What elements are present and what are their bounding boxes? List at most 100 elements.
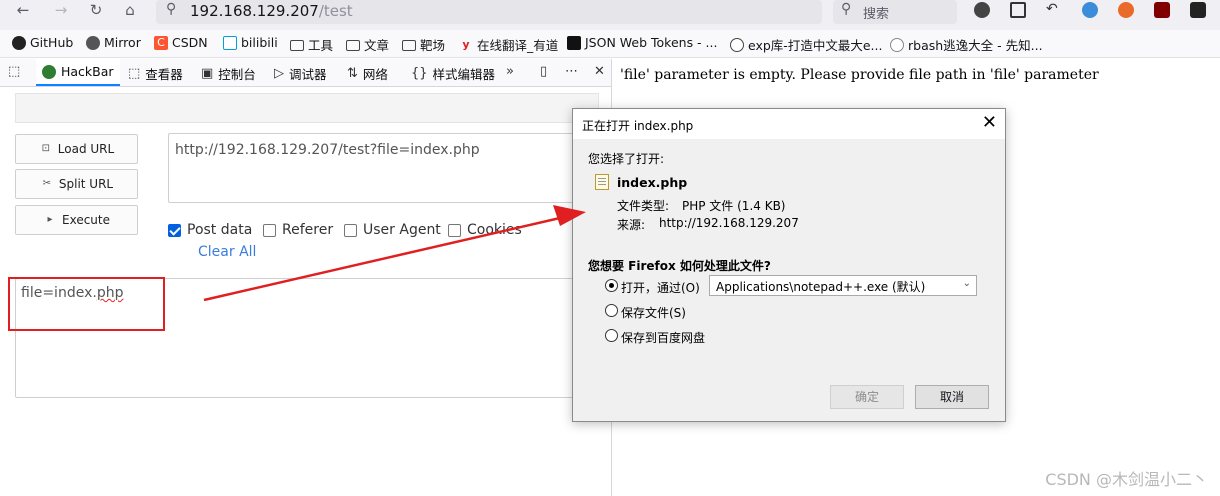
bookmark-exp[interactable]: exp库-打造中文最大e...	[730, 35, 882, 54]
dialog-titlebar: 正在打开 index.php ✕	[573, 109, 1005, 139]
bookmark-bilibili[interactable]: bilibili	[223, 35, 278, 50]
bookmarks-bar: GitHub Mirror C CSDN bilibili 工具 文章 靶场 y在…	[0, 30, 1220, 58]
search-placeholder: 搜索	[863, 7, 890, 22]
bilibili-icon	[223, 35, 237, 50]
extension-icon[interactable]	[1082, 2, 1098, 18]
dialog-title: 正在打开 index.php	[582, 119, 694, 133]
jwt-icon	[567, 35, 581, 50]
save-file-radio[interactable]	[605, 304, 618, 317]
undo-icon[interactable]: ↶	[1046, 2, 1062, 18]
crop-icon[interactable]	[1010, 2, 1026, 18]
clear-all-link[interactable]: Clear All	[198, 244, 256, 260]
ok-button[interactable]: 确定	[830, 385, 904, 409]
devtools-toolbar: ⬚ HackBar ⬚ 查看器 ▣ 控制台 ▷ 调试器 ⇅ 网络 {} 样式编辑器 » ▯…	[0, 59, 612, 87]
load-url-icon: ⊡	[41, 143, 50, 154]
tab-style-editor[interactable]: {} 样式编辑器	[411, 64, 495, 83]
forward-icon[interactable]: →	[50, 0, 72, 22]
globe-icon	[730, 37, 744, 52]
url-bar[interactable]: ⚲ 192.168.129.207/test	[156, 0, 822, 24]
back-icon[interactable]: ←	[12, 0, 34, 22]
open-file-dialog: 正在打开 index.php ✕ 您选择了打开: index.php 文件类型:…	[572, 108, 1006, 422]
search-icon: ⚲	[841, 1, 852, 17]
bookmark-csdn[interactable]: C CSDN	[154, 35, 208, 50]
split-url-button[interactable]: ✂ Split URL	[15, 169, 138, 199]
element-picker-icon[interactable]: ⬚	[8, 64, 20, 79]
style-editor-icon: {}	[411, 66, 428, 81]
hackbar-top-strip	[15, 93, 599, 123]
csdn-watermark: CSDN @木剑温小二丶	[1045, 470, 1208, 489]
bookmark-folder-range[interactable]: 靶场	[402, 35, 445, 54]
tab-inspector[interactable]: ⬚ 查看器	[128, 64, 183, 83]
github-icon	[12, 35, 26, 50]
file-type-label: 文件类型:	[617, 199, 670, 213]
menu-extension-icon[interactable]	[1190, 2, 1206, 18]
chevron-down-icon: ⌄	[962, 278, 971, 289]
referer-checkbox[interactable]: Referer	[263, 222, 333, 238]
checkbox-icon	[448, 223, 461, 237]
bookmark-github[interactable]: GitHub	[12, 35, 73, 50]
play-icon: ▸	[47, 214, 53, 225]
checkbox-checked-icon	[168, 223, 181, 237]
file-type-value: PHP 文件 (1.4 KB)	[682, 199, 786, 213]
scissors-icon: ✂	[42, 178, 52, 189]
network-icon: ⇅	[347, 66, 358, 81]
source-value: http://192.168.129.207	[659, 216, 799, 230]
more-tabs-icon[interactable]: »	[506, 64, 514, 79]
bookmark-jwt[interactable]: JSON Web Tokens - ...	[567, 35, 717, 50]
dock-icon[interactable]: ▯	[540, 64, 547, 79]
save-baidu-label: 保存到百度网盘	[621, 331, 706, 345]
youdao-icon: y	[462, 37, 470, 51]
user-agent-checkbox[interactable]: User Agent	[344, 222, 441, 238]
cancel-button[interactable]: 取消	[915, 385, 989, 409]
search-box[interactable]: ⚲ 搜索	[833, 0, 957, 24]
ublock-icon[interactable]	[1154, 2, 1170, 18]
folder-icon	[402, 39, 416, 51]
tab-hackbar[interactable]: HackBar	[36, 59, 120, 86]
url-text: 192.168.129.207/test	[190, 2, 353, 20]
bookmark-mirror[interactable]: Mirror	[86, 35, 141, 50]
open-with-label: 打开，通过(O)	[621, 281, 700, 295]
console-icon: ▣	[201, 66, 214, 81]
bookmark-xianzhi[interactable]: rbash逃逸大全 - 先知...	[890, 35, 1043, 54]
csdn-icon: C	[154, 35, 168, 50]
load-url-button[interactable]: ⊡ Load URL	[15, 134, 138, 164]
post-data-checkbox[interactable]: Post data	[168, 222, 252, 238]
debugger-icon: ▷	[274, 66, 284, 81]
extension-badge-icon[interactable]	[974, 2, 990, 18]
nav-bar: ← → ↻ ⌂ ⚲ 192.168.129.207/test ⚲ 搜索 ↶	[0, 0, 1220, 30]
close-devtools-icon[interactable]: ✕	[594, 64, 605, 79]
close-icon[interactable]: ✕	[982, 112, 997, 134]
tab-console[interactable]: ▣ 控制台	[201, 64, 256, 83]
hackbar-panel: ⊡ Load URL ✂ Split URL ▸ Execute http://192…	[0, 87, 612, 496]
open-with-radio[interactable]	[605, 279, 618, 292]
overflow-menu-icon[interactable]: ⋯	[565, 64, 578, 79]
you-chose-label: 您选择了打开:	[588, 152, 665, 166]
cookies-checkbox[interactable]: Cookies	[448, 222, 522, 238]
checkbox-icon	[344, 223, 357, 237]
checkbox-icon	[263, 223, 276, 237]
inspector-icon: ⬚	[128, 66, 141, 81]
tab-debugger[interactable]: ▷ 调试器	[274, 64, 327, 83]
annotation-highlight-box	[8, 277, 165, 331]
folder-icon	[346, 39, 360, 51]
bookmark-folder-articles[interactable]: 文章	[346, 35, 389, 54]
save-file-label: 保存文件(S)	[621, 306, 686, 320]
block-icon[interactable]	[1118, 2, 1134, 18]
file-icon	[595, 174, 609, 190]
mirror-icon	[86, 35, 100, 50]
hackbar-icon	[42, 64, 56, 79]
save-baidu-radio[interactable]	[605, 329, 618, 342]
tab-network[interactable]: ⇅ 网络	[347, 64, 388, 83]
bookmark-folder-tools[interactable]: 工具	[290, 35, 333, 54]
source-label: 来源:	[617, 218, 646, 232]
file-name: index.php	[617, 175, 688, 190]
reload-icon[interactable]: ↻	[85, 0, 107, 22]
execute-button[interactable]: ▸ Execute	[15, 205, 138, 235]
home-icon[interactable]: ⌂	[119, 0, 141, 22]
url-textarea[interactable]: http://192.168.129.207/test?file=index.p…	[168, 133, 588, 203]
xianzhi-icon	[890, 37, 904, 52]
application-select[interactable]: Applications\notepad++.exe (默认) ⌄	[709, 275, 977, 296]
bookmark-youdao[interactable]: y 在线翻译_有道	[459, 35, 558, 54]
page-message: 'file' parameter is empty. Please provid…	[620, 67, 1099, 83]
folder-icon	[290, 39, 304, 51]
